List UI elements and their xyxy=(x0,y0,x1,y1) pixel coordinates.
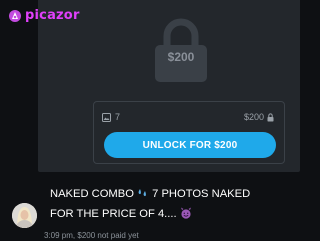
lock-icon xyxy=(267,112,274,121)
message-meta: 3:09 pm, $200 not paid yet xyxy=(44,231,139,240)
unlock-panel: 7 $200 UNLOCK FOR $200 xyxy=(93,101,285,164)
message-line2: FOR THE PRICE OF 4.... xyxy=(50,208,177,220)
picazor-watermark: picazor xyxy=(8,8,80,23)
unicorn-icon xyxy=(9,9,21,22)
unlock-button[interactable]: UNLOCK FOR $200 xyxy=(104,132,276,158)
smiling-devil-emoji xyxy=(180,207,191,219)
lock-price-badge: $200 xyxy=(167,50,195,64)
message-line1: NAKED COMBO xyxy=(50,188,134,200)
message-time: 3:09 pm, xyxy=(44,231,76,240)
image-icon xyxy=(102,112,111,122)
watermark-brand: picazor xyxy=(25,8,80,23)
photo-count: 7 xyxy=(102,112,120,122)
payment-status: $200 not paid yet xyxy=(77,231,139,240)
avatar[interactable] xyxy=(12,203,37,228)
avatar-image xyxy=(12,203,37,228)
message-line1-rest: 7 PHOTOS NAKED xyxy=(152,188,251,200)
photo-count-value: 7 xyxy=(115,112,121,122)
locked-media-card[interactable]: $200 7 $200 UNLOCK FOR $200 xyxy=(38,0,300,172)
message-text: NAKED COMBO 7 PHOTOS NAKED FOR THE PRICE… xyxy=(50,184,290,224)
panel-price-value: $200 xyxy=(243,112,264,122)
panel-price: $200 xyxy=(244,112,274,122)
sweat-droplets-emoji xyxy=(138,189,146,197)
